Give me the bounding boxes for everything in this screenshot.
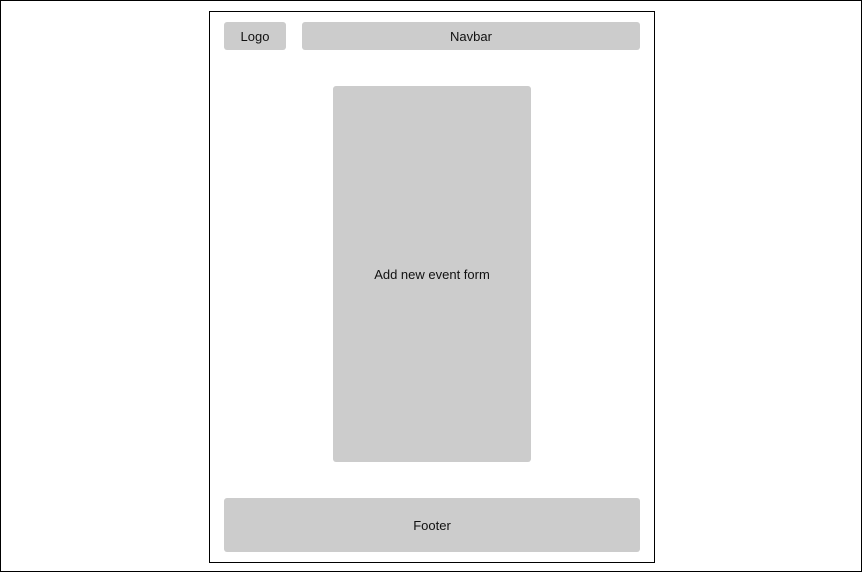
add-event-form[interactable]: Add new event form — [333, 86, 531, 462]
page-frame: Logo Navbar Add new event form Footer — [209, 11, 655, 563]
footer-label: Footer — [413, 517, 451, 533]
logo[interactable]: Logo — [224, 22, 286, 50]
navbar[interactable]: Navbar — [302, 22, 640, 50]
logo-label: Logo — [240, 28, 270, 44]
add-event-form-label: Add new event form — [374, 266, 490, 282]
footer: Footer — [224, 498, 640, 552]
wireframe-canvas: Logo Navbar Add new event form Footer — [0, 0, 862, 572]
navbar-label: Navbar — [450, 28, 492, 44]
